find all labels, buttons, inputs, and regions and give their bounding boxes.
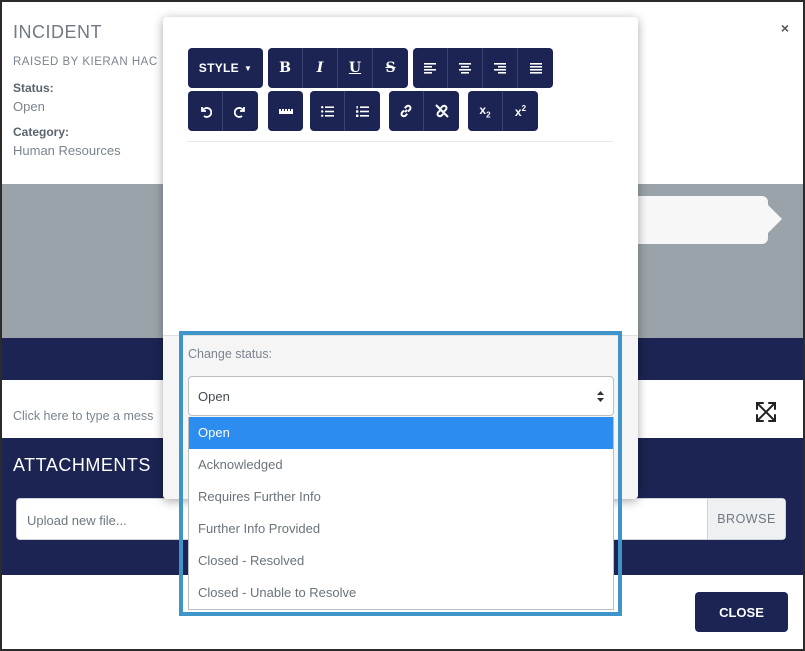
- style-dropdown-button[interactable]: STYLE ▼: [188, 48, 263, 88]
- attachments-title: ATTACHMENTS: [13, 455, 151, 475]
- strikethrough-icon: S: [385, 60, 396, 76]
- style-group: STYLE ▼: [188, 48, 263, 88]
- align-justify-icon: [529, 62, 542, 74]
- rule-group: [268, 91, 303, 131]
- status-value: Open: [13, 99, 45, 114]
- bold-icon: B: [279, 60, 291, 76]
- caret-down-icon: ▼: [243, 63, 253, 73]
- superscript-button[interactable]: x2: [503, 91, 538, 131]
- link-group: [389, 91, 459, 131]
- link-icon: [400, 104, 412, 118]
- align-justify-button[interactable]: [518, 48, 553, 88]
- close-icon[interactable]: ×: [781, 20, 789, 36]
- editor-text-area[interactable]: [187, 143, 613, 333]
- redo-icon: [234, 106, 245, 118]
- align-left-button[interactable]: [413, 48, 448, 88]
- undo-icon: [200, 106, 212, 118]
- align-center-icon: [459, 62, 471, 74]
- alignment-group: [413, 48, 553, 88]
- list-group: [310, 91, 380, 131]
- highlight-frame: [179, 331, 622, 616]
- superscript-icon: x2: [514, 103, 527, 119]
- raised-by-text: RAISED BY KIERAN HAC: [13, 56, 158, 68]
- align-left-icon: [424, 62, 436, 74]
- numbered-list-button[interactable]: [345, 91, 380, 131]
- category-value: Human Resources: [13, 143, 121, 158]
- numbered-list-icon: [356, 105, 369, 117]
- bold-button[interactable]: B: [268, 48, 303, 88]
- style-label: STYLE: [198, 61, 239, 75]
- italic-icon: I: [316, 60, 324, 76]
- category-label: Category:: [13, 125, 70, 139]
- undo-button[interactable]: [188, 91, 223, 131]
- subscript-icon: x2: [479, 102, 491, 120]
- unlink-icon: [434, 104, 449, 118]
- close-button[interactable]: CLOSE: [695, 592, 788, 632]
- text-format-group: B I U S: [268, 48, 408, 88]
- ruler-icon: [278, 109, 293, 114]
- link-button[interactable]: [389, 91, 424, 131]
- upload-placeholder: Upload new file...: [27, 513, 127, 528]
- unlink-button[interactable]: [424, 91, 459, 131]
- incident-title: INCIDENT: [13, 22, 102, 42]
- status-label: Status:: [13, 81, 54, 95]
- bullet-list-button[interactable]: [310, 91, 345, 131]
- message-placeholder[interactable]: Click here to type a mess: [13, 409, 153, 423]
- subscript-button[interactable]: x2: [468, 91, 503, 131]
- incident-header: INCIDENT: [13, 22, 102, 43]
- script-group: x2 x2: [468, 91, 538, 131]
- bullet-list-icon: [320, 105, 334, 117]
- horizontal-rule-button[interactable]: [268, 91, 303, 131]
- expand-icon[interactable]: [754, 400, 778, 424]
- align-center-button[interactable]: [448, 48, 483, 88]
- strikethrough-button[interactable]: S: [373, 48, 408, 88]
- align-right-icon: [494, 62, 506, 74]
- italic-button[interactable]: I: [303, 48, 338, 88]
- align-right-button[interactable]: [483, 48, 518, 88]
- underline-button[interactable]: U: [338, 48, 373, 88]
- editor-divider: [187, 141, 613, 142]
- underline-icon: U: [348, 60, 362, 76]
- history-group: [188, 91, 258, 131]
- redo-button[interactable]: [223, 91, 258, 131]
- browse-button[interactable]: BROWSE: [707, 499, 785, 539]
